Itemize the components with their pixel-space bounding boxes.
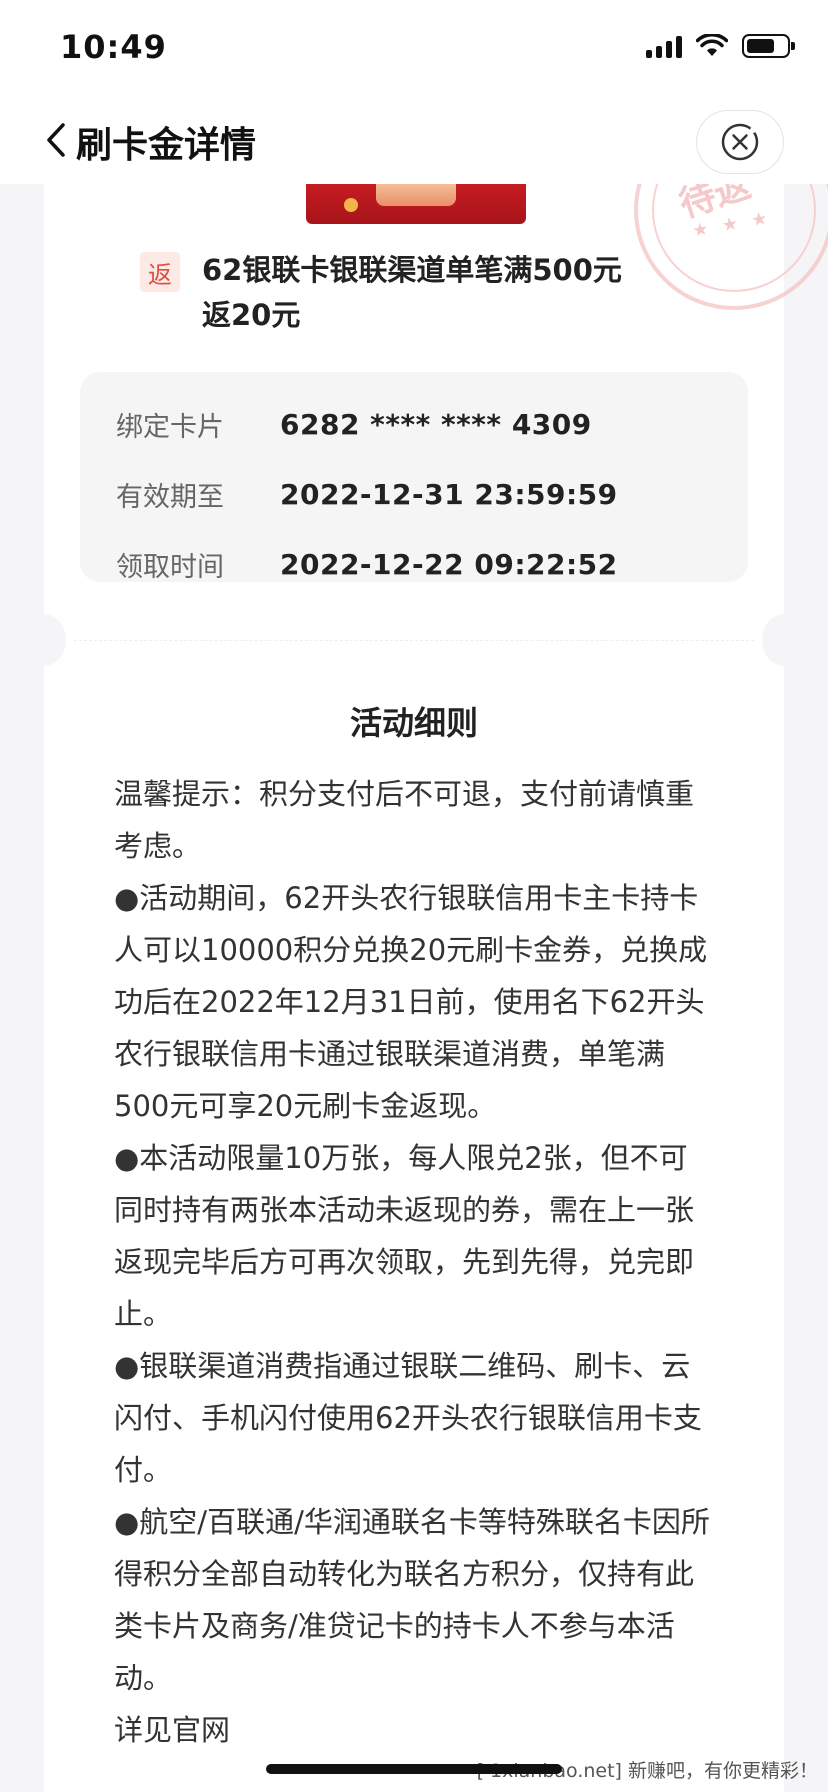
status-bar: 10:49	[0, 0, 828, 96]
info-row-bound-card: 绑定卡片 6282 **** **** 4309	[116, 404, 592, 444]
info-label: 绑定卡片	[116, 411, 224, 443]
info-value: 6282 **** **** 4309	[280, 407, 592, 441]
status-icons	[646, 34, 795, 58]
coupon-banner-image	[306, 180, 526, 224]
rules-paragraph: ●本活动限量10万张，每人限兑2张，但不可同时持有两张本活动未返现的券，需在上一…	[114, 1141, 695, 1331]
back-button[interactable]	[36, 118, 76, 162]
rules-paragraph: ●航空/百联通/华润通联名卡等特殊联名卡因所得积分全部自动转化为联名方积分，仅持…	[114, 1505, 710, 1695]
wifi-icon	[696, 34, 728, 56]
official-site-link[interactable]: 详见官网	[114, 1704, 714, 1756]
info-row-claim-time: 领取时间 2022-12-22 09:22:52	[116, 544, 618, 584]
divider	[74, 640, 754, 641]
offer-title: 62银联卡银联渠道单笔满500元返20元	[202, 253, 622, 332]
info-value: 2022-12-22 09:22:52	[280, 547, 618, 581]
divider-notch-right	[762, 614, 806, 666]
close-circle-icon	[721, 123, 759, 161]
return-badge: 返	[140, 252, 180, 292]
close-button[interactable]	[696, 110, 784, 174]
info-value: 2022-12-31 23:59:59	[280, 477, 618, 511]
rules-body: 温馨提示：积分支付后不可退，支付前请慎重考虑。 ●活动期间，62开头农行银联信用…	[114, 768, 714, 1756]
chevron-left-icon	[47, 123, 65, 157]
rules-paragraph: 温馨提示：积分支付后不可退，支付前请慎重考虑。	[114, 777, 695, 863]
coupon-detail-card: 待返 ★ ★ ★ 返 62银联卡银联渠道单笔满500元返20元 绑定卡片 628…	[22, 110, 828, 1792]
info-label: 领取时间	[116, 551, 224, 583]
page: 10:49 刷卡金详情 待返 ★ ★ ★ 返 62银联卡银联渠道单笔满500元返…	[0, 0, 828, 1792]
battery-icon	[742, 34, 795, 58]
page-title: 刷卡金详情	[76, 125, 257, 166]
cellular-signal-icon	[646, 34, 682, 58]
nav-bar: 刷卡金详情	[0, 96, 828, 184]
rules-title: 活动细则	[349, 704, 478, 742]
info-row-valid-until: 有效期至 2022-12-31 23:59:59	[116, 474, 618, 514]
status-time: 10:49	[60, 28, 167, 66]
rules-paragraph: ●银联渠道消费指通过银联二维码、刷卡、云闪付、手机闪付使用62开头农行银联信用卡…	[114, 1349, 702, 1487]
card-info-box: 绑定卡片 6282 **** **** 4309 有效期至 2022-12-31…	[80, 372, 748, 584]
info-label: 有效期至	[116, 481, 224, 513]
rules-paragraph: ●活动期间，62开头农行银联信用卡主卡持卡人可以10000积分兑换20元刷卡金券…	[114, 881, 708, 1123]
home-indicator	[266, 1764, 562, 1774]
divider-notch-left	[22, 614, 66, 666]
